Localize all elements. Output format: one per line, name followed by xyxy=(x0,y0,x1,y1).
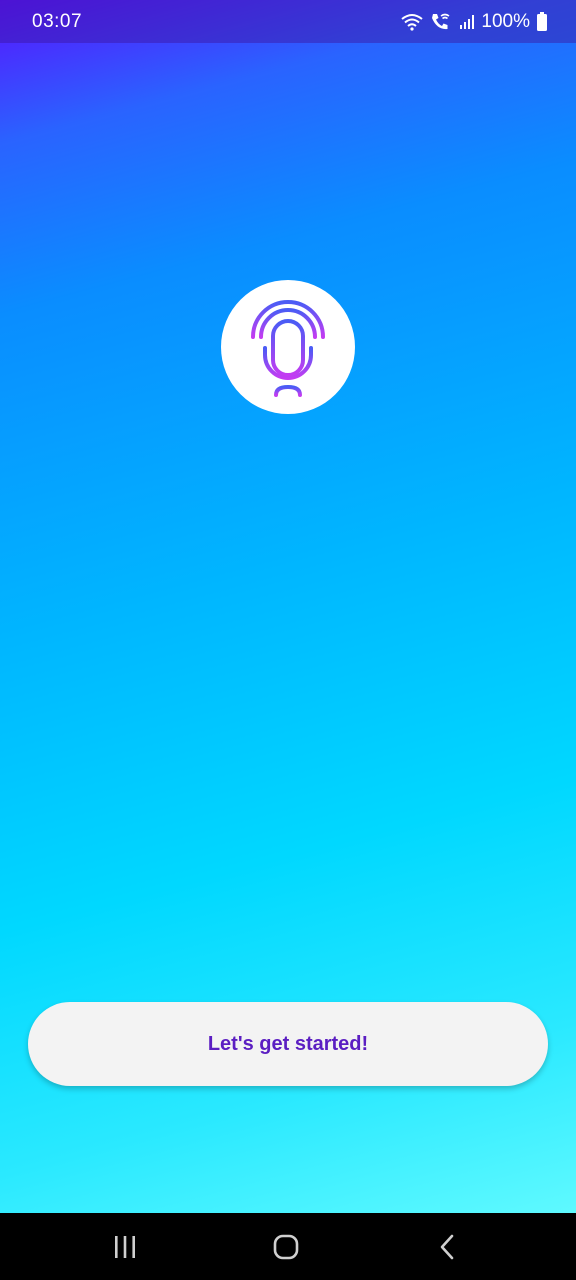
signal-icon xyxy=(459,14,475,30)
status-time: 03:07 xyxy=(32,10,83,32)
status-icons: 100% xyxy=(401,11,548,33)
wifi-icon xyxy=(401,13,424,31)
recent-apps-icon[interactable] xyxy=(95,1225,155,1269)
microphone-icon xyxy=(248,287,328,408)
status-bar: 03:07 100% xyxy=(0,0,576,43)
home-icon[interactable] xyxy=(256,1225,316,1269)
get-started-button[interactable]: Let's get started! xyxy=(28,1002,548,1086)
back-icon[interactable] xyxy=(418,1225,478,1269)
app-logo xyxy=(221,280,355,414)
battery-icon xyxy=(536,11,548,32)
wifi-call-icon xyxy=(429,12,453,32)
battery-percent: 100% xyxy=(481,10,530,32)
splash-screen: 03:07 100% Let's get started! xyxy=(0,0,576,1280)
navigation-bar xyxy=(0,1213,576,1280)
